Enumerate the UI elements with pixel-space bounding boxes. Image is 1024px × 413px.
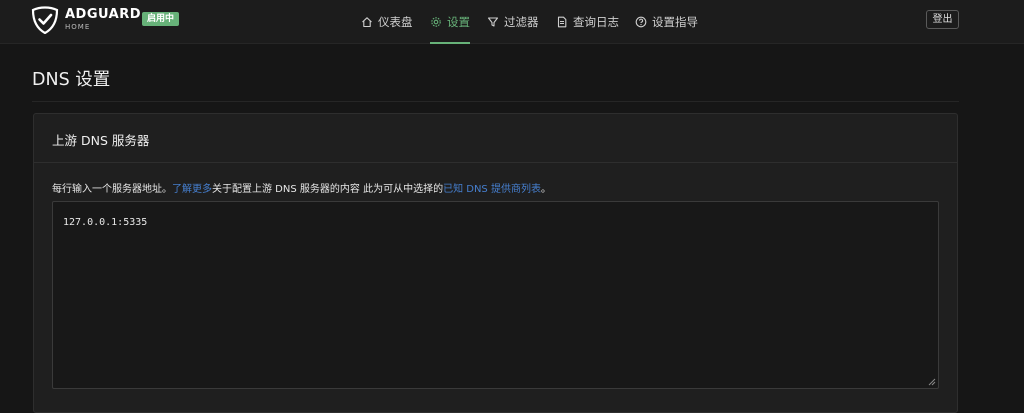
nav-filters-label: 过滤器 [504, 15, 539, 29]
card-divider [34, 162, 957, 163]
document-icon [557, 16, 567, 28]
nav-query-log-label: 查询日志 [573, 15, 619, 29]
upstream-servers-textarea[interactable]: 127.0.0.1:5335 [53, 202, 938, 388]
adguard-shield-logo-icon[interactable] [31, 6, 59, 34]
page-title: DNS 设置 [32, 70, 111, 90]
title-divider [32, 101, 959, 102]
nav-setup-guide-label: 设置指导 [652, 15, 698, 29]
protection-status-badge: 启用中 [142, 12, 180, 26]
nav-setup-guide[interactable]: 设置指导 [635, 0, 698, 44]
help-circle-icon [635, 16, 647, 28]
upstream-dns-card: 上游 DNS 服务器 每行输入一个服务器地址。了解更多关于配置上游 DNS 服务… [33, 113, 958, 413]
nav-dashboard[interactable]: 仪表盘 [361, 0, 413, 44]
brand[interactable]: ADGUARD HOME [65, 8, 141, 32]
top-navbar: ADGUARD HOME 启用中 仪表盘 设置 过滤器 查询日志 设置指导 登出 [0, 0, 1024, 44]
logout-button[interactable]: 登出 [926, 10, 959, 29]
nav-query-log[interactable]: 查询日志 [556, 0, 619, 44]
nav-dashboard-label: 仪表盘 [378, 15, 413, 29]
nav-settings-label: 设置 [447, 15, 470, 29]
resize-handle-icon[interactable] [928, 378, 936, 386]
description-end: 。 [540, 184, 551, 195]
dns-providers-link[interactable]: 已知 DNS 提供商列表 [443, 184, 541, 195]
home-icon [362, 17, 372, 28]
description-text-2: 关于配置上游 DNS 服务器的内容 此为可从中选择的 [212, 184, 444, 195]
nav-filters[interactable]: 过滤器 [487, 0, 539, 44]
description-text-1: 每行输入一个服务器地址。 [52, 184, 172, 195]
nav-settings[interactable]: 设置 [430, 0, 470, 44]
upstream-servers-field: 127.0.0.1:5335 [52, 201, 939, 389]
brand-name: ADGUARD [65, 7, 142, 22]
filter-icon [487, 17, 499, 27]
upstream-description: 每行输入一个服务器地址。了解更多关于配置上游 DNS 服务器的内容 此为可从中选… [52, 180, 551, 195]
brand-subtitle: HOME [65, 23, 91, 31]
gear-icon [431, 17, 441, 27]
card-title: 上游 DNS 服务器 [52, 133, 150, 148]
learn-more-link[interactable]: 了解更多 [172, 184, 212, 195]
